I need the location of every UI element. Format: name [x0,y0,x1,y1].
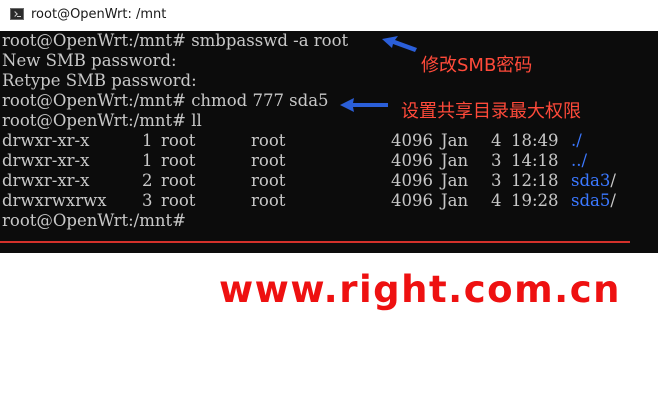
listing-perms: drwxr-xr-x [2,171,90,190]
annotation-arrow-icon [340,98,388,112]
listing-time: 12:18 [511,171,559,190]
listing-row: drwxr-xr-x 2 root root 4096 Jan 3 12:18 … [0,171,658,191]
listing-owner: root [161,151,196,170]
listing-day: 4 [491,131,502,150]
listing-perms: drwxr-xr-x [2,151,90,170]
terminal-line-chmod: root@OpenWrt:/mnt# chmod 777 sda5 [2,91,329,110]
listing-links: 1 [142,151,153,170]
listing-name-suffix: / [610,191,616,210]
listing-group: root [251,191,286,210]
listing-name: sda5/ [571,191,616,211]
console-app-icon [10,8,24,20]
listing-owner: root [161,131,196,150]
listing-links: 3 [142,191,153,210]
listing-size: 4096 [391,151,433,170]
window-title: root@OpenWrt: /mnt [31,7,167,22]
terminal-line-retype-password: Retype SMB password: [2,71,197,90]
listing-group: root [251,151,286,170]
listing-name-suffix: / [610,171,616,190]
listing-owner: root [161,191,196,210]
terminal-line-smbpasswd: root@OpenWrt:/mnt# smbpasswd -a root [2,31,349,50]
listing-row: drwxr-xr-x 1 root root 4096 Jan 4 18:49 … [0,131,658,151]
listing-time: 18:49 [511,131,559,150]
listing-name: ../ [571,151,588,170]
terminal-output[interactable]: root@OpenWrt:/mnt# smbpasswd -a root New… [0,31,658,253]
annotation-change-smb-password: 修改SMB密码 [421,55,533,76]
window-title-bar[interactable]: root@OpenWrt: /mnt [0,0,658,31]
listing-month: Jan [441,191,469,210]
terminal-final-prompt: root@OpenWrt:/mnt# [2,211,186,230]
listing-month: Jan [441,131,469,150]
listing-size: 4096 [391,131,433,150]
listing-name: sda3/ [571,171,616,191]
highlight-underline [0,241,630,243]
listing-row: drwxrwxrwx 3 root root 4096 Jan 4 19:28 … [0,191,658,211]
terminal-line-new-password: New SMB password: [2,51,177,70]
listing-owner: root [161,171,196,190]
listing-time: 14:18 [511,151,559,170]
listing-name: ./ [571,131,582,150]
listing-day: 4 [491,191,502,210]
listing-month: Jan [441,151,469,170]
listing-links: 1 [142,131,153,150]
listing-group: root [251,171,286,190]
listing-size: 4096 [391,171,433,190]
listing-month: Jan [441,171,469,190]
listing-day: 3 [491,151,502,170]
terminal-line-ll: root@OpenWrt:/mnt# ll [2,111,202,130]
listing-perms: drwxrwxrwx [2,191,107,210]
listing-time: 19:28 [511,191,559,210]
listing-name-main: sda3 [571,171,611,190]
listing-row: drwxr-xr-x 1 root root 4096 Jan 3 14:18 … [0,151,658,171]
site-watermark: www.right.com.cn [219,268,621,311]
listing-perms: drwxr-xr-x [2,131,90,150]
listing-size: 4096 [391,191,433,210]
listing-links: 2 [142,171,153,190]
listing-day: 3 [491,171,502,190]
annotation-arrow-icon [382,36,417,52]
annotation-set-share-permissions: 设置共享目录最大权限 [401,101,581,122]
listing-group: root [251,131,286,150]
listing-name-main: sda5 [571,191,611,210]
